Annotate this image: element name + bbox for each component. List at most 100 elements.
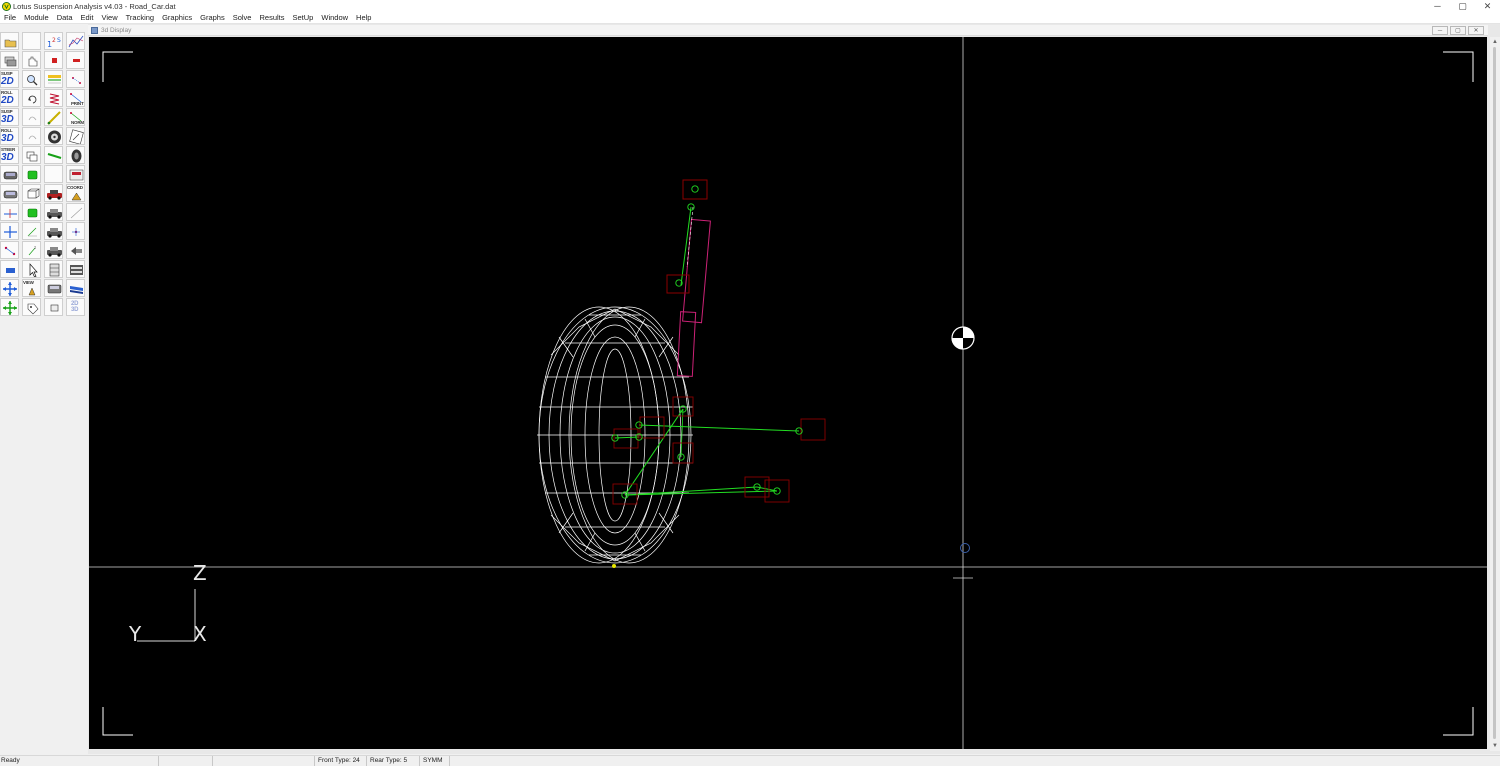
- link-button[interactable]: [44, 146, 63, 164]
- menu-setup[interactable]: SetUp: [289, 13, 318, 22]
- solid-box-button[interactable]: [22, 203, 41, 221]
- scroll-up-icon[interactable]: ▲: [1490, 37, 1500, 47]
- menu-tracking[interactable]: Tracking: [122, 13, 158, 22]
- print-button[interactable]: PRINT: [66, 89, 85, 107]
- menu-graphs[interactable]: Graphs: [196, 13, 229, 22]
- vehicle-c-button[interactable]: [44, 241, 63, 259]
- axis-icon: z: [28, 245, 36, 256]
- blank-tool-button[interactable]: [22, 32, 41, 50]
- report-button[interactable]: [66, 165, 85, 183]
- menu-view[interactable]: View: [97, 13, 121, 22]
- doc-close-button[interactable]: ✕: [1468, 26, 1484, 35]
- crosshair-icon: [4, 226, 17, 238]
- tyre-icon: [71, 149, 82, 163]
- doc-restore-button[interactable]: ▢: [1450, 26, 1466, 35]
- small-window-button[interactable]: [44, 298, 63, 316]
- menu-graphics[interactable]: Graphics: [158, 13, 196, 22]
- menu-help[interactable]: Help: [352, 13, 375, 22]
- tyre-button[interactable]: [66, 146, 85, 164]
- panel-button[interactable]: [66, 260, 85, 278]
- shape-button[interactable]: [0, 260, 19, 278]
- copy-view-button[interactable]: [22, 146, 41, 164]
- vehicle-a-button[interactable]: [44, 203, 63, 221]
- car-rear-button[interactable]: [0, 184, 19, 202]
- steer-3d-button[interactable]: STEER 3D: [0, 146, 19, 164]
- axis-icon: [27, 227, 37, 237]
- solid-view-button[interactable]: [22, 165, 41, 183]
- roll-3d-button[interactable]: ROLL 3D: [0, 127, 19, 145]
- 3d-scene[interactable]: Z Y X: [89, 37, 1487, 749]
- menu-edit[interactable]: Edit: [77, 13, 98, 22]
- pan-hand-button[interactable]: [22, 51, 41, 69]
- menu-module[interactable]: Module: [20, 13, 53, 22]
- menu-window[interactable]: Window: [317, 13, 352, 22]
- car-icon: [47, 209, 62, 219]
- open-file-button[interactable]: [0, 32, 19, 50]
- window-title: Lotus Suspension Analysis v4.03 - Road_C…: [13, 1, 176, 11]
- vertical-scrollbar[interactable]: ▲ ▼: [1490, 37, 1500, 751]
- axis-z-button[interactable]: z: [22, 241, 41, 259]
- move-button[interactable]: [0, 222, 19, 240]
- minimize-button[interactable]: ─: [1425, 0, 1450, 12]
- measure-button[interactable]: [44, 108, 63, 126]
- axis-icon: [4, 209, 17, 218]
- scatter-button[interactable]: [66, 70, 85, 88]
- tag-button[interactable]: [22, 298, 41, 316]
- point-add-button[interactable]: [66, 222, 85, 240]
- vehicle-b-button[interactable]: [44, 222, 63, 240]
- close-button[interactable]: ✕: [1475, 0, 1500, 12]
- sketch-button[interactable]: [66, 127, 85, 145]
- maximize-button[interactable]: ▢: [1450, 0, 1475, 12]
- doc-minimize-button[interactable]: ─: [1432, 26, 1448, 35]
- 3d-viewport[interactable]: Z Y X: [89, 37, 1487, 749]
- dim-2d-3d-button[interactable]: 2D 3D: [66, 298, 85, 316]
- pointer-button[interactable]: [22, 260, 41, 278]
- menu-file[interactable]: File: [0, 13, 20, 22]
- spring-button[interactable]: [44, 89, 63, 107]
- coord-button[interactable]: COORD: [66, 184, 85, 202]
- scroll-down-icon[interactable]: ▼: [1490, 741, 1500, 751]
- svg-text:S: S: [57, 37, 61, 44]
- car-front-button[interactable]: [0, 165, 19, 183]
- translate-button[interactable]: [0, 298, 19, 316]
- stop-red-button[interactable]: [66, 51, 85, 69]
- layers-button[interactable]: [0, 51, 19, 69]
- vehicle-red-button[interactable]: [44, 184, 63, 202]
- stack-button[interactable]: [44, 260, 63, 278]
- chart-button[interactable]: [66, 32, 85, 50]
- vehicle-d-button[interactable]: [44, 279, 63, 297]
- axis-xyz-button[interactable]: [22, 222, 41, 240]
- damper-strut: [666, 179, 711, 377]
- susp-3d-button[interactable]: SUSP 3D: [0, 108, 19, 126]
- car-icon: [47, 190, 62, 200]
- scroll-thumb[interactable]: [1493, 47, 1496, 739]
- roll-2d-button[interactable]: ROLL 2D: [0, 89, 19, 107]
- ribbon-button[interactable]: [66, 279, 85, 297]
- undo-view-button[interactable]: [22, 108, 41, 126]
- arc-icon: [28, 135, 37, 140]
- blank-tool-button-2[interactable]: [44, 165, 63, 183]
- view-button[interactable]: VIEW: [22, 279, 41, 297]
- wheel-button[interactable]: [44, 127, 63, 145]
- data-table-button[interactable]: [44, 70, 63, 88]
- panel-icon: [70, 265, 83, 275]
- line-tool-button[interactable]: [66, 203, 85, 221]
- zoom-button[interactable]: [22, 70, 41, 88]
- points-button[interactable]: [0, 241, 19, 259]
- menu-data[interactable]: Data: [53, 13, 77, 22]
- numbering-button[interactable]: 12S: [44, 32, 63, 50]
- measure-arrow-button[interactable]: [66, 241, 85, 259]
- report-icon: [69, 169, 84, 181]
- stop-button[interactable]: [44, 51, 63, 69]
- pan-axes-button[interactable]: [0, 279, 19, 297]
- window-controls: ─ ▢ ✕: [1425, 0, 1500, 12]
- susp-2d-button[interactable]: SUSP 2D: [0, 70, 19, 88]
- wire-view-button[interactable]: [22, 184, 41, 202]
- arrows-icon: [3, 301, 17, 315]
- redo-view-button[interactable]: [22, 127, 41, 145]
- rotate-button[interactable]: [22, 89, 41, 107]
- menu-solve[interactable]: Solve: [229, 13, 256, 22]
- axis-button[interactable]: [0, 203, 19, 221]
- menu-results[interactable]: Results: [255, 13, 288, 22]
- norm-button[interactable]: NORM: [66, 108, 85, 126]
